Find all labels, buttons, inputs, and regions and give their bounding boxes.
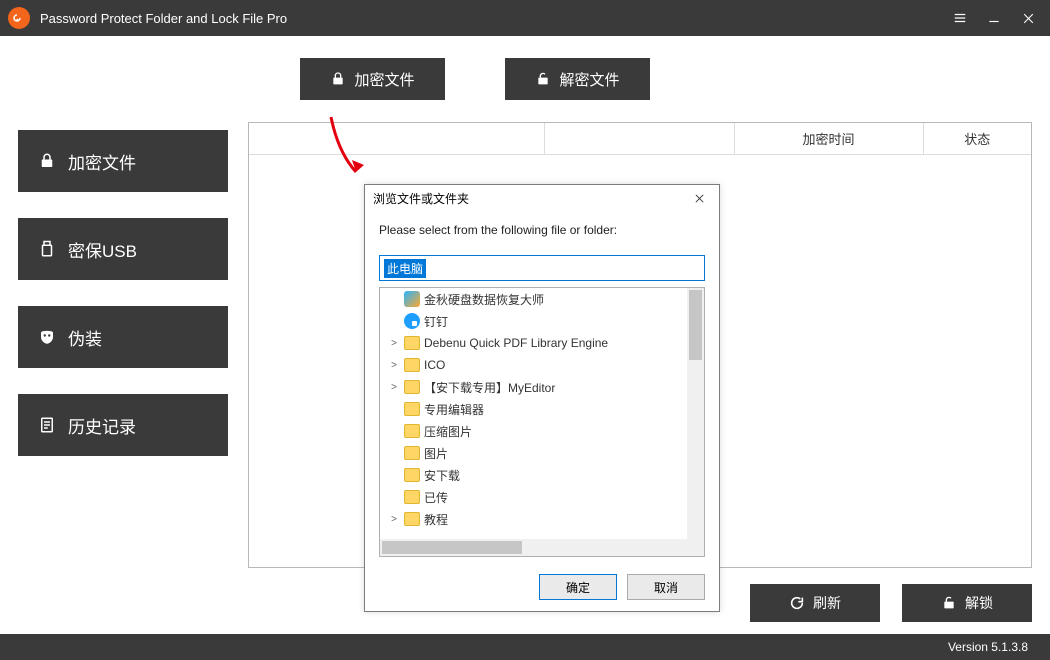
sidebar-item-label: 伪装: [68, 325, 102, 350]
unlock-label: 解锁: [965, 593, 993, 613]
browse-dialog: 浏览文件或文件夹 Please select from the followin…: [364, 184, 720, 612]
tree-item-label: 图片: [424, 445, 448, 462]
refresh-icon: [789, 595, 805, 611]
folder-icon: [404, 336, 420, 350]
table-header[interactable]: 加密时间: [735, 123, 924, 154]
toolbar: 加密文件 解密文件: [0, 36, 1050, 122]
sidebar-item-disguise[interactable]: 伪装: [18, 306, 228, 368]
dialog-actions: 确定 取消: [365, 563, 719, 611]
decrypt-file-button[interactable]: 解密文件: [505, 58, 650, 100]
sidebar: 加密文件 密保USB 伪装: [18, 122, 228, 568]
tree-item[interactable]: 钉钉: [380, 310, 687, 332]
tree-item-label: 已传: [424, 489, 448, 506]
dialog-close-button[interactable]: [687, 187, 711, 209]
sidebar-item-encrypt[interactable]: 加密文件: [18, 130, 228, 192]
main-area: 安下载 anxz.com 加密文件 解密文件: [0, 36, 1050, 634]
encrypt-file-label: 加密文件: [354, 69, 414, 90]
app-icon: [404, 313, 420, 329]
lock-open-icon: [941, 595, 957, 611]
lock-open-icon: [535, 71, 551, 87]
sidebar-item-label: 历史记录: [68, 413, 136, 438]
tree-item[interactable]: 专用编辑器: [380, 398, 687, 420]
refresh-button[interactable]: 刷新: [750, 584, 880, 622]
expand-icon: >: [388, 360, 400, 371]
refresh-label: 刷新: [813, 593, 841, 613]
app-logo-icon: [8, 7, 30, 29]
tree-item-label: 【安下载专用】MyEditor: [424, 379, 555, 396]
folder-icon: [404, 468, 420, 482]
table-header-row: 加密时间 状态: [249, 123, 1031, 155]
sidebar-item-label: 加密文件: [68, 149, 136, 174]
tree-viewport[interactable]: 金秋硬盘数据恢复大师钉钉 > Debenu Quick PDF Library En…: [380, 288, 687, 539]
folder-tree: 金秋硬盘数据恢复大师钉钉 > Debenu Quick PDF Library En…: [379, 287, 705, 557]
sidebar-item-label: 密保USB: [68, 237, 137, 262]
mask-icon: [38, 328, 56, 346]
minimize-button[interactable]: [980, 4, 1008, 32]
table-header[interactable]: [545, 123, 734, 154]
tree-item[interactable]: > 【安下载专用】MyEditor: [380, 376, 687, 398]
statusbar: Version 5.1.3.8: [0, 634, 1050, 660]
app-icon: [404, 291, 420, 307]
folder-icon: [404, 490, 420, 504]
tree-item-label: 金秋硬盘数据恢复大师: [424, 291, 544, 308]
expand-icon: >: [388, 514, 400, 525]
tree-item-label: 钉钉: [424, 313, 448, 330]
folder-icon: [404, 424, 420, 438]
tree-item-label: 教程: [424, 511, 448, 528]
path-value: 此电脑: [384, 259, 426, 278]
folder-icon: [404, 380, 420, 394]
history-icon: [38, 416, 56, 434]
dialog-instruction: Please select from the following file or…: [379, 223, 705, 237]
encrypt-file-button[interactable]: 加密文件: [300, 58, 445, 100]
tree-item[interactable]: 已传: [380, 486, 687, 508]
table-header[interactable]: 状态: [924, 123, 1031, 154]
dialog-title: 浏览文件或文件夹: [373, 190, 469, 207]
tree-item-label: 专用编辑器: [424, 401, 484, 418]
tree-item-label: ICO: [424, 358, 445, 372]
lock-closed-icon: [330, 71, 346, 87]
app-title: Password Protect Folder and Lock File Pr…: [40, 11, 287, 26]
scrollbar-thumb[interactable]: [689, 290, 702, 360]
table-header[interactable]: [249, 123, 545, 154]
tree-item[interactable]: > Debenu Quick PDF Library Engine: [380, 332, 687, 354]
tree-item[interactable]: > ICO: [380, 354, 687, 376]
tree-item[interactable]: > 教程: [380, 508, 687, 530]
expand-icon: >: [388, 338, 400, 349]
tree-item[interactable]: 图片: [380, 442, 687, 464]
dialog-cancel-button[interactable]: 取消: [627, 574, 705, 600]
scroll-corner: [687, 539, 704, 556]
dialog-ok-button[interactable]: 确定: [539, 574, 617, 600]
tree-item-label: Debenu Quick PDF Library Engine: [424, 336, 608, 350]
tree-item-label: 压缩图片: [424, 423, 472, 440]
folder-icon: [404, 402, 420, 416]
sidebar-item-history[interactable]: 历史记录: [18, 394, 228, 456]
dialog-titlebar: 浏览文件或文件夹: [365, 185, 719, 211]
dialog-body: Please select from the following file or…: [365, 211, 719, 563]
unlock-button[interactable]: 解锁: [902, 584, 1032, 622]
expand-icon: >: [388, 382, 400, 393]
usb-icon: [38, 240, 56, 258]
horizontal-scrollbar[interactable]: [380, 539, 687, 556]
path-input[interactable]: 此电脑: [379, 255, 705, 281]
menu-button[interactable]: [946, 4, 974, 32]
app-window: Password Protect Folder and Lock File Pr…: [0, 0, 1050, 660]
close-button[interactable]: [1014, 4, 1042, 32]
decrypt-file-label: 解密文件: [559, 69, 619, 90]
folder-icon: [404, 446, 420, 460]
tree-item[interactable]: 压缩图片: [380, 420, 687, 442]
scrollbar-thumb[interactable]: [382, 541, 522, 554]
folder-icon: [404, 358, 420, 372]
sidebar-item-usb[interactable]: 密保USB: [18, 218, 228, 280]
vertical-scrollbar[interactable]: [687, 288, 704, 539]
version-label: Version 5.1.3.8: [948, 640, 1028, 654]
titlebar: Password Protect Folder and Lock File Pr…: [0, 0, 1050, 36]
tree-item[interactable]: 金秋硬盘数据恢复大师: [380, 288, 687, 310]
lock-icon: [38, 152, 56, 170]
tree-item-label: 安下载: [424, 467, 460, 484]
tree-item[interactable]: 安下载: [380, 464, 687, 486]
folder-icon: [404, 512, 420, 526]
